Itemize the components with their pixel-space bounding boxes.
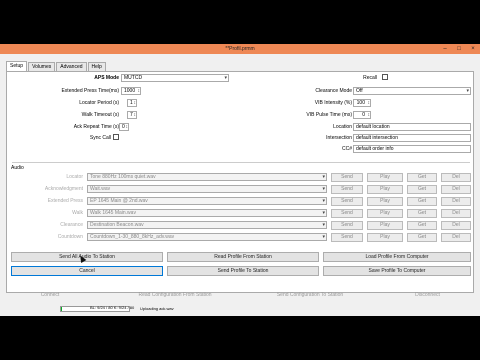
audio-del-button[interactable]: Del	[441, 173, 471, 182]
audio-send-button[interactable]: Send	[331, 197, 363, 206]
upload-progress-fill	[61, 307, 63, 311]
recall-label: Recall	[363, 75, 377, 81]
location-label: Location	[333, 124, 352, 130]
tab-bar: Setup Volumes Advanced Help	[6, 61, 107, 71]
minimize-icon[interactable]: –	[438, 44, 452, 54]
sync-call-checkbox[interactable]	[113, 134, 119, 140]
audio-file-select[interactable]: Destination Beacon.wav	[87, 221, 327, 229]
cc-input[interactable]: default order info	[353, 145, 471, 153]
setup-panel: APS Mode MUTCD Extended Press Time(ms) 1…	[6, 71, 474, 293]
tab-help[interactable]: Help	[87, 62, 106, 71]
recall-checkbox[interactable]	[382, 74, 388, 80]
audio-play-button[interactable]: Play	[367, 221, 403, 230]
audio-play-button[interactable]: Play	[367, 173, 403, 182]
save-profile-button[interactable]: Save Profile To Computer	[323, 266, 471, 276]
clearance-mode-label: Clearance Mode	[315, 88, 352, 94]
sync-call-label: Sync Call	[89, 135, 111, 141]
disconnect-button[interactable]: Disconnect	[385, 291, 470, 300]
audio-get-button[interactable]: Get	[407, 173, 437, 182]
audio-send-button[interactable]: Send	[331, 221, 363, 230]
location-input[interactable]: default location	[353, 123, 471, 131]
ack-repeat-label: Ack Repeat Time (s)	[73, 124, 119, 130]
read-profile-button[interactable]: Read Profile From Station	[167, 252, 319, 262]
close-icon[interactable]: ×	[466, 44, 480, 54]
audio-send-button[interactable]: Send	[331, 209, 363, 218]
audio-row-label: Acknowledgment	[44, 186, 83, 192]
extended-press-label: Extended Press Time(ms)	[61, 88, 119, 94]
tab-setup[interactable]: Setup	[6, 61, 28, 71]
ack-repeat-input[interactable]: 0	[119, 123, 129, 131]
audio-file-select[interactable]: Tone 880Hz 100ms quiet.wav	[87, 173, 327, 181]
audio-del-button[interactable]: Del	[441, 233, 471, 242]
send-configuration-button[interactable]: Send Configuration To Station	[255, 291, 365, 300]
audio-send-button[interactable]: Send	[331, 173, 363, 182]
intersection-input[interactable]: default intersection	[353, 134, 471, 142]
clearance-mode-select[interactable]: Off	[353, 87, 471, 95]
audio-row-label: Extended Press	[47, 198, 83, 204]
locator-period-input[interactable]: 1	[127, 99, 137, 107]
vib-pulse-label: VIB Pulse Time (ms)	[306, 112, 352, 118]
tab-volumes[interactable]: Volumes	[28, 62, 56, 71]
walk-timeout-input[interactable]: 7	[127, 111, 137, 119]
audio-send-button[interactable]: Send	[331, 233, 363, 242]
cc-label: CC#	[341, 146, 352, 152]
vib-intensity-label: VIB Intensity (%)	[314, 100, 352, 106]
audio-file-select[interactable]: EP 1645 Main @ 2nd.wav	[87, 197, 327, 205]
audio-row-label: Locator	[66, 174, 83, 180]
audio-get-button[interactable]: Get	[407, 197, 437, 206]
audio-get-button[interactable]: Get	[407, 185, 437, 194]
aps-mode-label: APS Mode	[94, 75, 119, 81]
maximize-icon[interactable]: □	[452, 44, 466, 54]
audio-get-button[interactable]: Get	[407, 233, 437, 242]
audio-get-button[interactable]: Get	[407, 209, 437, 218]
progress-text: BL: 9/24 / 80 K: 9/24 / 80	[90, 305, 135, 310]
audio-row-label: Walk	[72, 210, 83, 216]
cancel-button[interactable]: Cancel	[11, 266, 163, 276]
aps-mode-select[interactable]: MUTCD	[121, 74, 229, 82]
intersection-label: Intersection	[326, 135, 352, 141]
status-bar: Connect Read Configuration From Station …	[0, 292, 480, 316]
read-configuration-button[interactable]: Read Configuration From Station	[120, 291, 230, 300]
audio-play-button[interactable]: Play	[367, 185, 403, 194]
app-window: **Profil.prmm – □ × Setup Volumes Advanc…	[0, 44, 480, 316]
extended-press-input[interactable]: 1000	[121, 87, 141, 95]
audio-play-button[interactable]: Play	[367, 233, 403, 242]
audio-send-button[interactable]: Send	[331, 185, 363, 194]
send-profile-button[interactable]: Send Profile To Station	[167, 266, 319, 276]
audio-del-button[interactable]: Del	[441, 209, 471, 218]
connect-button[interactable]: Connect	[10, 291, 90, 300]
audio-del-button[interactable]: Del	[441, 221, 471, 230]
audio-play-button[interactable]: Play	[367, 209, 403, 218]
tab-advanced[interactable]: Advanced	[56, 62, 87, 71]
audio-file-select[interactable]: Walk 1645 Main.wav	[87, 209, 327, 217]
audio-play-button[interactable]: Play	[367, 197, 403, 206]
audio-row-label: Clearance	[60, 222, 83, 228]
vib-pulse-input[interactable]: 0	[353, 111, 371, 119]
audio-separator	[12, 162, 470, 163]
audio-del-button[interactable]: Del	[441, 197, 471, 206]
audio-del-button[interactable]: Del	[441, 185, 471, 194]
status-message: Uploading ack.wav	[140, 306, 174, 311]
audio-row-label: Countdown	[57, 234, 83, 240]
audio-get-button[interactable]: Get	[407, 221, 437, 230]
load-profile-button[interactable]: Load Profile From Computer	[323, 252, 471, 262]
window-title: **Profil.prmm	[225, 46, 255, 52]
locator-period-label: Locator Period (s)	[79, 100, 119, 106]
audio-file-select[interactable]: Wait.wav	[87, 185, 327, 193]
audio-section-label: Audio	[11, 165, 24, 171]
walk-timeout-label: Walk Timeout (s)	[81, 112, 119, 118]
vib-intensity-input[interactable]: 100	[353, 99, 371, 107]
audio-file-select[interactable]: Countdown_1-30_880_8kHz_adv.wav	[87, 233, 327, 241]
title-bar: **Profil.prmm – □ ×	[0, 44, 480, 54]
send-all-audio-button[interactable]: Send All Audio To Station	[11, 252, 163, 262]
